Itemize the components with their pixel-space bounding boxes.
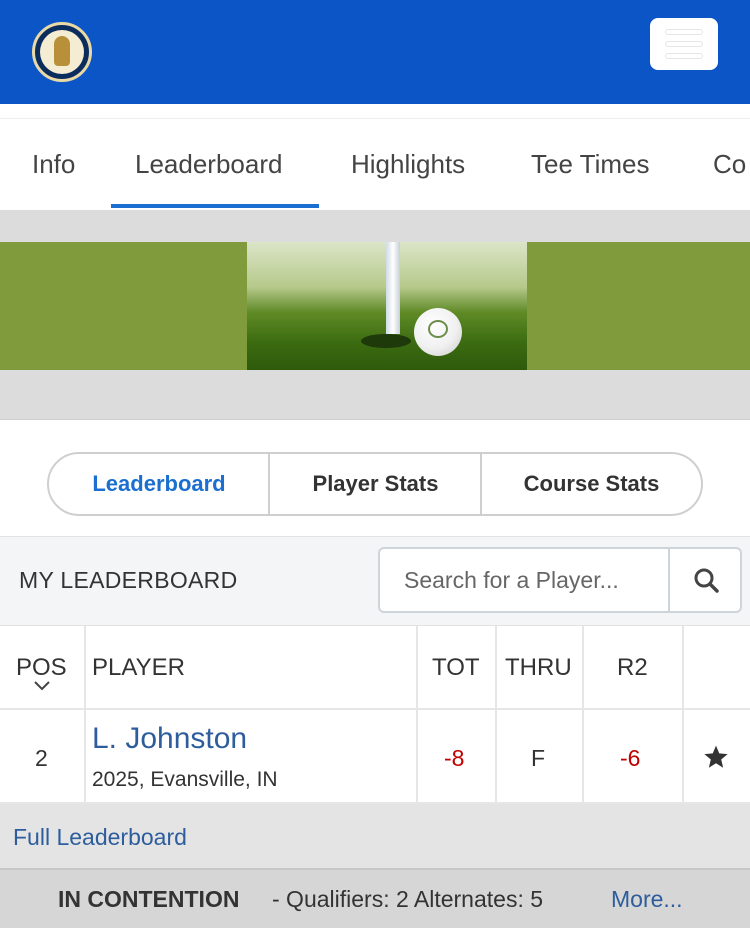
player-details: 2025, Evansville, IN [92, 768, 278, 791]
player-total: -8 [444, 745, 465, 771]
in-contention-details: - Qualifiers: 2 Alternates: 5 [272, 886, 544, 912]
full-leaderboard-bar: Full Leaderboard [0, 804, 750, 868]
column-divider [416, 626, 418, 710]
column-divider [682, 710, 684, 802]
column-divider [84, 710, 86, 802]
more-link[interactable]: More... [611, 886, 683, 913]
player-position: 2 [35, 745, 48, 771]
tab-highlights[interactable]: Highlights [351, 149, 465, 180]
golfer-figure-icon [54, 36, 70, 66]
spacer [0, 370, 750, 420]
column-divider [682, 626, 684, 710]
hamburger-bar [666, 30, 702, 34]
logo-emblem [40, 30, 84, 74]
player-thru: F [531, 745, 546, 771]
my-leaderboard-bar: MY LEADERBOARD [0, 536, 750, 626]
player-name-link[interactable]: L. Johnston [92, 722, 247, 756]
golf-hole [361, 334, 411, 348]
search-icon [694, 568, 719, 593]
column-divider [495, 626, 497, 710]
search-button[interactable] [668, 549, 742, 611]
flagstick [386, 242, 400, 334]
banner [0, 242, 750, 370]
ball-logo-icon [428, 320, 448, 338]
search-input[interactable] [380, 549, 668, 611]
tab-tee-times[interactable]: Tee Times [531, 149, 650, 180]
table-row[interactable]: 2 L. Johnston 2025, Evansville, IN -8 F … [0, 710, 750, 804]
tab-leaderboard[interactable]: Leaderboard [135, 149, 282, 180]
in-contention-bar: IN CONTENTION - Qualifiers: 2 Alternates… [0, 868, 750, 928]
column-divider [495, 710, 497, 802]
leaderboard-table-header: POS PLAYER TOT THRU R2 [0, 626, 750, 710]
column-divider [84, 626, 86, 710]
column-divider [582, 626, 584, 710]
in-contention-title: IN CONTENTION [58, 886, 240, 912]
segment-player-stats[interactable]: Player Stats [270, 454, 481, 514]
tab-co[interactable]: Co [713, 149, 746, 180]
column-divider [416, 710, 418, 802]
star-icon[interactable] [703, 744, 729, 770]
column-header-pos[interactable]: POS [16, 654, 67, 682]
hamburger-bar [666, 42, 702, 46]
column-header-r2: R2 [617, 654, 648, 681]
golf-ball-icon [414, 308, 462, 356]
column-divider [582, 710, 584, 802]
column-header-thru: THRU [505, 654, 572, 681]
full-leaderboard-link[interactable]: Full Leaderboard [13, 824, 187, 851]
hamburger-bar [666, 54, 702, 58]
player-round2: -6 [620, 745, 641, 771]
view-switcher: Leaderboard Player Stats Course Stats [47, 452, 703, 516]
hamburger-menu-button[interactable] [650, 18, 718, 70]
segment-course-stats[interactable]: Course Stats [482, 454, 701, 514]
chevron-down-icon[interactable] [33, 680, 51, 692]
active-tab-indicator [111, 204, 319, 208]
golf-foundation-logo-icon[interactable] [32, 22, 92, 82]
tab-info[interactable]: Info [32, 149, 75, 180]
my-leaderboard-title: MY LEADERBOARD [19, 567, 238, 593]
segment-leaderboard[interactable]: Leaderboard [49, 454, 269, 514]
golf-ball-hole-photo [247, 242, 527, 370]
column-header-player: PLAYER [92, 654, 185, 681]
column-header-tot: TOT [432, 654, 480, 681]
player-search [378, 547, 742, 613]
spacer [0, 210, 750, 242]
top-header [0, 0, 750, 104]
tab-bar: Info Leaderboard Highlights Tee Times Co [0, 118, 750, 210]
